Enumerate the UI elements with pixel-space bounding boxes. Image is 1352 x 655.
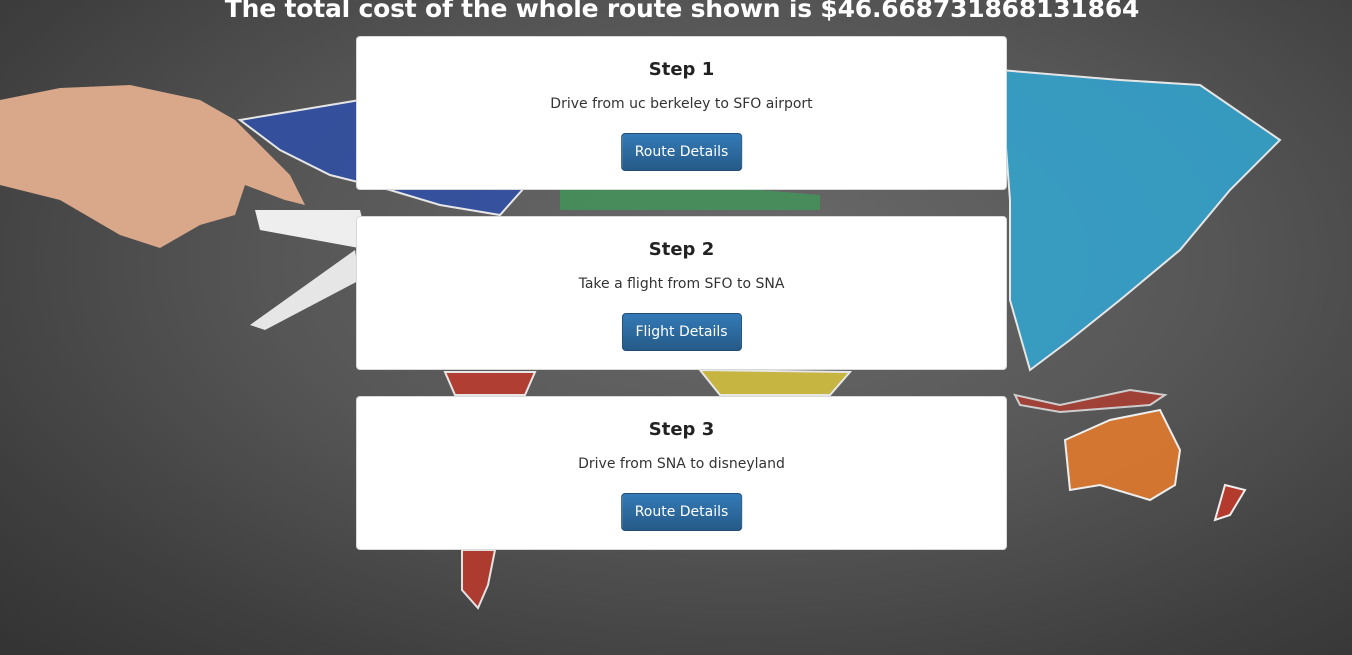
total-cost-heading: The total cost of the whole route shown … [224,0,1140,23]
new-zealand-region [1213,483,1247,522]
step-description: Drive from SNA to disneyland [578,456,785,472]
australia-region [1063,408,1182,502]
route-details-button[interactable]: Route Details [620,493,743,531]
step-title: Step 3 [648,419,715,440]
step-card: Step 3 Drive from SNA to disneyland Rout… [356,396,1007,550]
south-america-top-region [443,371,537,396]
step-description: Take a flight from SFO to SNA [578,276,785,292]
airplane-wing [250,250,360,330]
islands-region [1013,388,1168,414]
south-america-tip-region [461,549,497,610]
step-description: Drive from uc berkeley to SFO airport [550,96,813,112]
flight-details-button[interactable]: Flight Details [621,313,742,351]
step-title: Step 2 [648,239,715,260]
africa-region [697,368,853,396]
step-title: Step 1 [648,59,715,80]
route-details-button[interactable]: Route Details [620,133,743,171]
page: The total cost of the whole route shown … [0,0,1352,655]
asia-region [998,68,1282,372]
step-card: Step 1 Drive from uc berkeley to SFO air… [356,36,1007,190]
airplane-fuselage [255,210,370,250]
step-card: Step 2 Take a flight from SFO to SNA Fli… [356,216,1007,370]
